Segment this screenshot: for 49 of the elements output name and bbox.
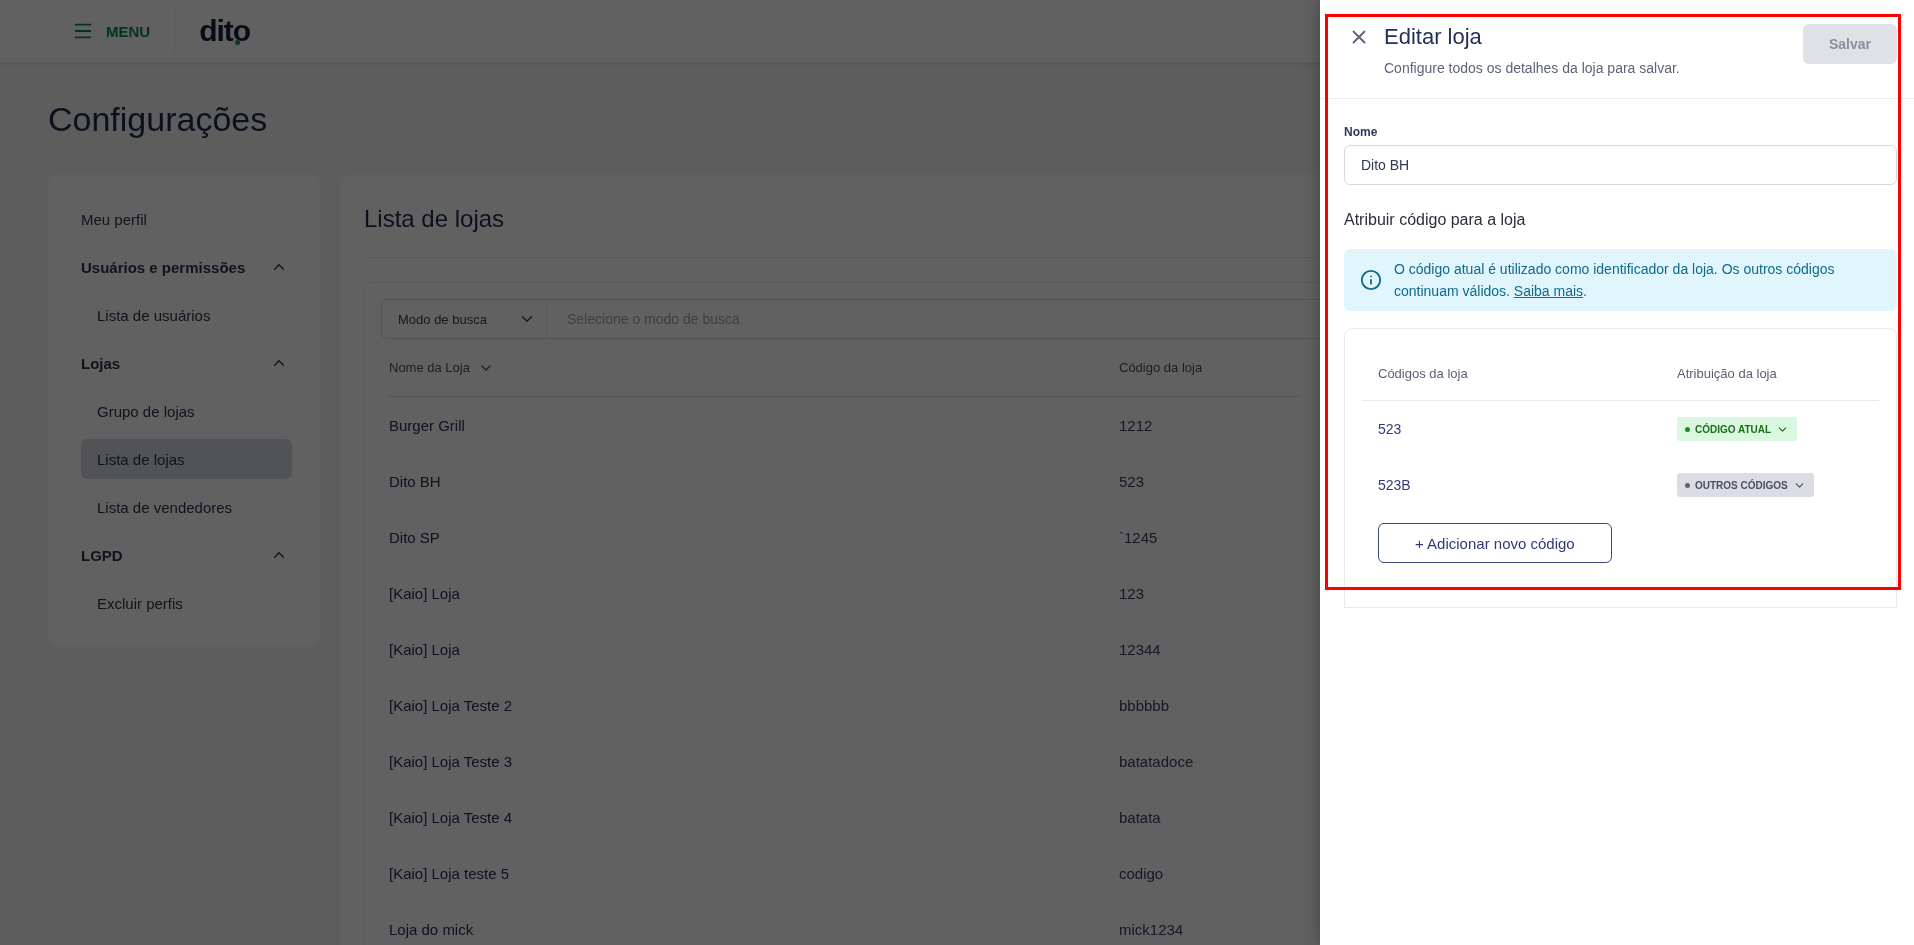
table-cell-text: batatadoce (1119, 751, 1195, 772)
table-cell-text: [Kaio] Loja teste 5 (389, 863, 511, 884)
drawer-subtitle: Configure todos os detalhes da loja para salvar. (1384, 60, 1681, 76)
table-cell-text: [Kaio] Loja (389, 583, 461, 604)
table-cell-text: Loja do mick (389, 919, 475, 940)
table-cell-text: Dito SP (389, 527, 441, 548)
menu-button[interactable]: MENU (72, 20, 151, 42)
status-dropdown[interactable]: CÓDIGO ATUAL (1677, 417, 1798, 441)
drawer-title: Editar loja (1384, 24, 1483, 50)
sidebar-item[interactable]: Grupo de lojas (81, 391, 292, 431)
sidebar-item[interactable]: Meu perfil (81, 195, 304, 243)
column-header: Código da loja (1119, 339, 1299, 397)
table-cell-text: [Kaio] Loja Teste 3 (389, 751, 514, 772)
status-dropdown[interactable]: OUTROS CÓDIGOS (1677, 473, 1814, 497)
section-heading: Atribuir código para a loja (1344, 211, 1527, 229)
table-cell-text: [Kaio] Loja Teste 4 (389, 807, 514, 828)
table-cell-text: batata (1119, 807, 1162, 828)
sidebar-item[interactable]: Excluir perfis (81, 583, 292, 623)
table-cell-text: 123 (1119, 583, 1146, 604)
logo: dito (199, 14, 251, 48)
table-cell-text: bbbbbb (1119, 695, 1171, 716)
sidebar-item[interactable]: Lista de usuários (81, 295, 292, 335)
add-code-button[interactable]: + Adicionar novo código (1378, 523, 1612, 563)
table-cell-text: codigo (1119, 863, 1165, 884)
table-cell-text: `1245 (1119, 527, 1159, 548)
table-cell-text: 523 (1119, 471, 1146, 492)
table-cell-text: [Kaio] Loja Teste 2 (389, 695, 514, 716)
sidebar-group[interactable]: Lojas (81, 339, 304, 387)
info-icon (1360, 269, 1382, 291)
table-cell-text: Burger Grill (389, 415, 466, 436)
table-cell-text: Dito BH (389, 471, 442, 492)
table-cell-text: [Kaio] Loja (389, 639, 461, 660)
column-header: Atribuição da loja (1661, 347, 1879, 401)
sidebar-item[interactable]: Lista de lojas (81, 439, 292, 479)
code-cell-text: 523 (1377, 420, 1403, 439)
table-cell-text: 1212 (1119, 415, 1154, 436)
info-text: O código atual é utilizado como identificador da loja. Os outros códigos continuam válidos. Saiba mais. (1394, 260, 1836, 301)
table-cell-text: 12344 (1119, 639, 1162, 660)
field-label: Nome (1344, 125, 1379, 139)
code-cell-text: 523B (1377, 476, 1412, 495)
sidebar-item[interactable]: Lista de vendedores (81, 487, 292, 527)
column-header[interactable]: Nome da Loja (389, 339, 1119, 397)
page-title: Configurações (48, 100, 268, 139)
name-field[interactable]: Dito BH (1344, 145, 1897, 185)
search-mode-dropdown[interactable]: Modo de busca (382, 300, 547, 338)
table-cell-text: mick1234 (1119, 919, 1185, 940)
sidebar-group[interactable]: LGPD (81, 531, 304, 579)
column-header: Códigos da loja (1362, 347, 1661, 401)
sidebar-group[interactable]: Usuários e permissões (81, 243, 304, 291)
